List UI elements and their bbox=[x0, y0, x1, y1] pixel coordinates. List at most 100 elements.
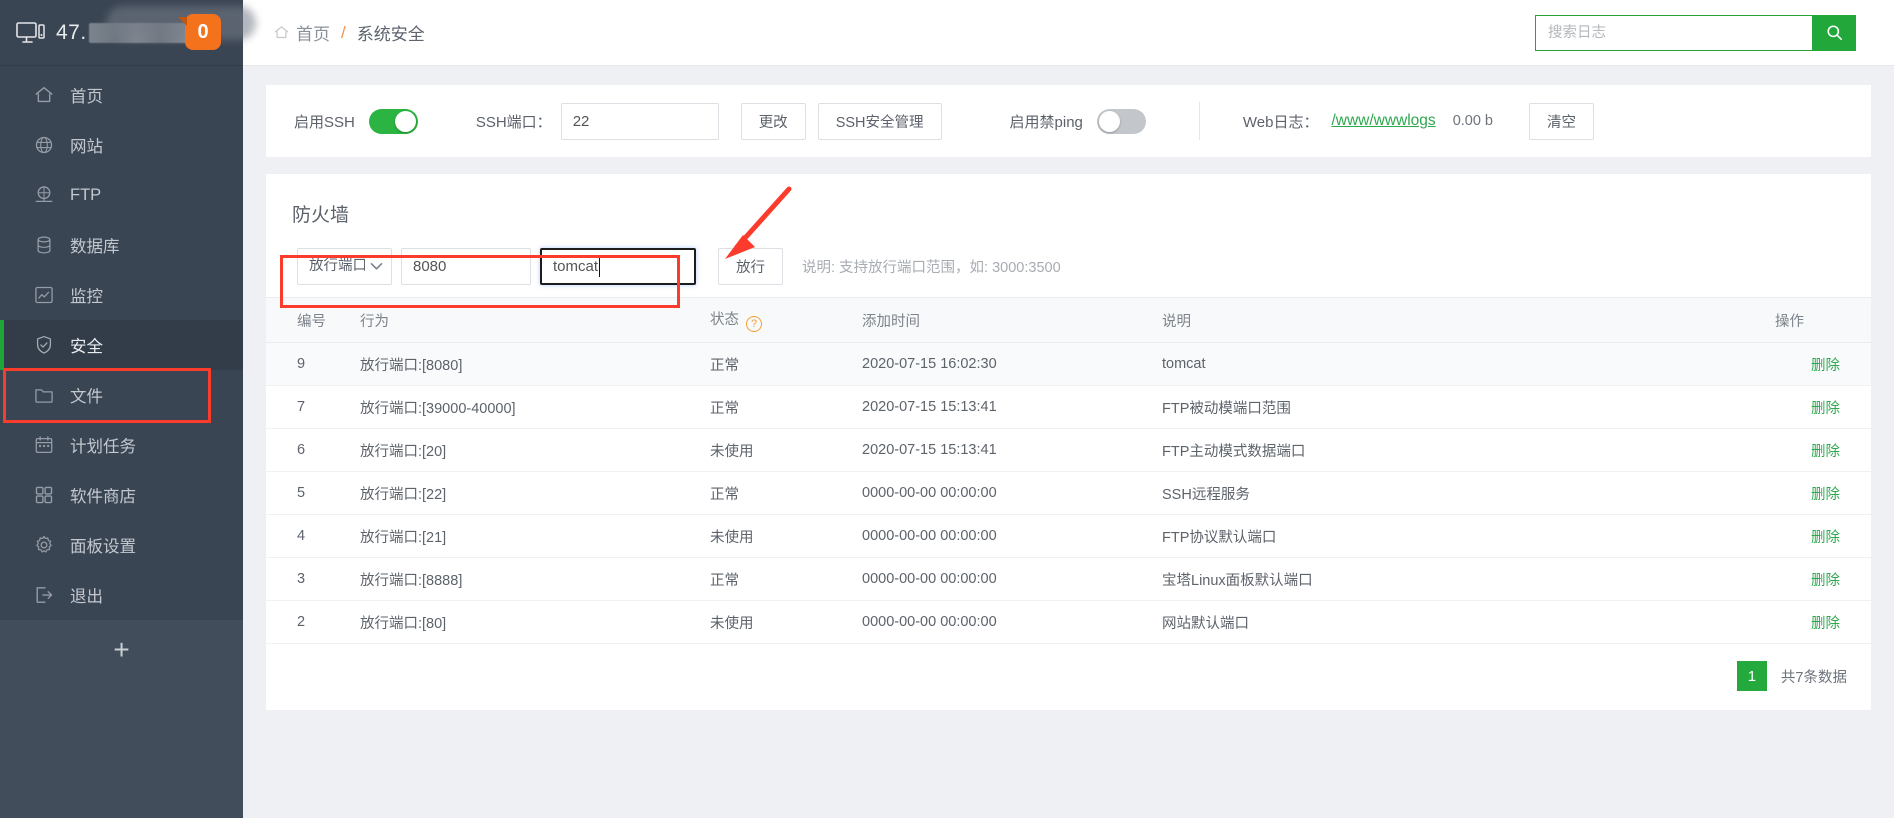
table-row[interactable]: 7 放行端口:[39000-40000] 正常 2020-07-15 15:13… bbox=[266, 385, 1871, 429]
sidebar-item-database[interactable]: 数据库 bbox=[0, 220, 243, 270]
table-row[interactable]: 9 放行端口:[8080] 正常 2020-07-15 16:02:30 tom… bbox=[266, 342, 1871, 386]
cell-status: 正常 bbox=[710, 385, 862, 429]
table-header-row: 编号 行为 状态? 添加时间 说明 操作 bbox=[266, 297, 1871, 343]
help-icon[interactable]: ? bbox=[746, 316, 762, 332]
sidebar-item-cron[interactable]: 计划任务 bbox=[0, 420, 243, 470]
ssh-enable-toggle[interactable] bbox=[368, 108, 418, 134]
breadcrumb: 首页 / 系统安全 bbox=[273, 20, 425, 45]
sidebar-server-header[interactable]: 47. 0 bbox=[0, 0, 256, 66]
sidebar-item-label: 网站 bbox=[70, 138, 103, 156]
sidebar-item-label: 文件 bbox=[70, 388, 103, 406]
annotation-arrow-icon bbox=[725, 186, 792, 259]
table-row[interactable]: 6 放行端口:[20] 未使用 2020-07-15 15:13:41 FTP主… bbox=[266, 428, 1871, 472]
cell-op: 删除 bbox=[1775, 471, 1871, 515]
cell-id: 5 bbox=[266, 471, 360, 515]
breadcrumb-home-link[interactable]: 首页 bbox=[296, 20, 330, 45]
notification-badge[interactable]: 0 bbox=[178, 14, 221, 50]
globe-icon bbox=[35, 136, 53, 154]
search-button[interactable] bbox=[1812, 14, 1856, 51]
cell-status: 未使用 bbox=[710, 428, 862, 472]
sidebar-item-settings[interactable]: 面板设置 bbox=[0, 520, 243, 570]
table-row[interactable]: 3 放行端口:[8888] 正常 0000-00-00 00:00:00 宝塔L… bbox=[266, 557, 1871, 601]
delete-link[interactable]: 删除 bbox=[1811, 573, 1840, 589]
table-row[interactable]: 4 放行端口:[21] 未使用 0000-00-00 00:00:00 FTP协… bbox=[266, 514, 1871, 558]
sidebar-item-logout[interactable]: 退出 bbox=[0, 570, 243, 620]
cell-desc: FTP主动模式数据端口 bbox=[1162, 428, 1775, 472]
ssh-security-manage-button[interactable]: SSH安全管理 bbox=[817, 102, 942, 140]
cell-time: 2020-07-15 15:13:41 bbox=[862, 385, 1162, 429]
sidebar-item-files[interactable]: 文件 bbox=[0, 370, 243, 420]
ping-disable-label: 启用禁ping bbox=[1009, 113, 1083, 131]
cell-op: 删除 bbox=[1775, 385, 1871, 429]
delete-link[interactable]: 删除 bbox=[1811, 616, 1840, 632]
cell-desc: FTP被动模端口范围 bbox=[1162, 385, 1775, 429]
table-row[interactable]: 5 放行端口:[22] 正常 0000-00-00 00:00:00 SSH远程… bbox=[266, 471, 1871, 515]
ssh-enable-label: 启用SSH bbox=[294, 113, 355, 131]
cell-desc: 网站默认端口 bbox=[1162, 600, 1775, 644]
cell-desc: SSH远程服务 bbox=[1162, 471, 1775, 515]
gear-icon bbox=[36, 535, 52, 553]
cell-time: 0000-00-00 00:00:00 bbox=[862, 600, 1162, 644]
firewall-port-input[interactable] bbox=[401, 247, 531, 285]
firewall-type-select[interactable]: 放行端口屏蔽端口 bbox=[297, 247, 392, 285]
cell-id: 4 bbox=[266, 514, 360, 558]
sidebar: 47. 0 首页 网站 FTP 数据库 监控 安全 文件 计划任务 软件商店 面… bbox=[0, 0, 256, 818]
cell-action: 放行端口:[80] bbox=[360, 600, 710, 644]
ping-disable-toggle[interactable] bbox=[1096, 108, 1146, 134]
chart-icon bbox=[35, 286, 53, 304]
sidebar-item-appstore[interactable]: 软件商店 bbox=[0, 470, 243, 520]
sidebar-add-area[interactable]: + bbox=[0, 620, 243, 818]
sidebar-item-security[interactable]: 安全 bbox=[0, 320, 243, 370]
cell-op: 删除 bbox=[1775, 428, 1871, 472]
sidebar-item-ftp[interactable]: FTP bbox=[0, 170, 243, 220]
col-header-status-text: 状态 bbox=[710, 312, 739, 328]
sidebar-item-monitor[interactable]: 监控 bbox=[0, 270, 243, 320]
cell-id: 3 bbox=[266, 557, 360, 601]
firewall-add-form: 放行端口屏蔽端口 放行 说明: 支持放行端口范围，如: 3000:3500 bbox=[266, 186, 1871, 308]
cell-desc: 宝塔Linux面板默认端口 bbox=[1162, 557, 1775, 601]
cell-op: 删除 bbox=[1775, 600, 1871, 644]
ssh-port-label: SSH端口： bbox=[475, 113, 552, 131]
sidebar-item-website[interactable]: 网站 bbox=[0, 120, 243, 170]
text-caret bbox=[599, 255, 600, 277]
delete-link[interactable]: 删除 bbox=[1811, 444, 1840, 460]
delete-link[interactable]: 删除 bbox=[1811, 401, 1840, 417]
cell-id: 2 bbox=[266, 600, 360, 644]
delete-link[interactable]: 删除 bbox=[1811, 530, 1840, 546]
col-header-action: 行为 bbox=[360, 297, 710, 343]
sidebar-item-label: 软件商店 bbox=[70, 488, 136, 506]
delete-link[interactable]: 删除 bbox=[1811, 358, 1840, 374]
home-icon bbox=[35, 86, 53, 103]
firewall-rules-table: 编号 行为 状态? 添加时间 说明 操作 9 放行端口:[8080] 正常 20… bbox=[266, 297, 1871, 644]
sidebar-item-label: FTP bbox=[70, 185, 102, 204]
weblog-clear-button[interactable]: 清空 bbox=[1529, 102, 1595, 140]
cell-time: 0000-00-00 00:00:00 bbox=[862, 557, 1162, 601]
firewall-title: 防火墙 bbox=[292, 205, 350, 226]
cell-status: 未使用 bbox=[710, 600, 862, 644]
server-ip-prefix: 47. bbox=[56, 20, 87, 44]
weblog-path-link[interactable]: /www/wwwlogs bbox=[1331, 112, 1435, 130]
col-header-status: 状态? bbox=[710, 297, 862, 343]
plus-icon[interactable]: + bbox=[113, 636, 129, 664]
page-button-1[interactable]: 1 bbox=[1736, 661, 1767, 691]
sidebar-item-label: 安全 bbox=[70, 338, 103, 356]
firewall-note-input[interactable] bbox=[540, 247, 696, 285]
search-icon bbox=[1826, 25, 1842, 40]
cell-action: 放行端口:[39000-40000] bbox=[360, 385, 710, 429]
cell-desc: FTP协议默认端口 bbox=[1162, 514, 1775, 558]
search-input[interactable] bbox=[1535, 14, 1812, 51]
table-row[interactable]: 2 放行端口:[80] 未使用 0000-00-00 00:00:00 网站默认… bbox=[266, 600, 1871, 644]
search-box bbox=[1535, 14, 1856, 51]
cell-time: 0000-00-00 00:00:00 bbox=[862, 471, 1162, 515]
sidebar-item-home[interactable]: 首页 bbox=[0, 70, 243, 120]
ssh-port-input[interactable] bbox=[560, 102, 719, 140]
cell-status: 正常 bbox=[710, 471, 862, 515]
total-count-text: 共7条数据 bbox=[1780, 669, 1847, 686]
cell-time: 2020-07-15 16:02:30 bbox=[862, 342, 1162, 386]
col-header-time: 添加时间 bbox=[862, 297, 1162, 343]
toggle-knob bbox=[394, 110, 416, 132]
ssh-change-button[interactable]: 更改 bbox=[740, 102, 806, 140]
delete-link[interactable]: 删除 bbox=[1811, 487, 1840, 503]
shield-icon bbox=[36, 335, 52, 354]
ssh-settings-bar: 启用SSH SSH端口： 更改 SSH安全管理 启用禁ping Web日志： /… bbox=[266, 85, 1871, 157]
